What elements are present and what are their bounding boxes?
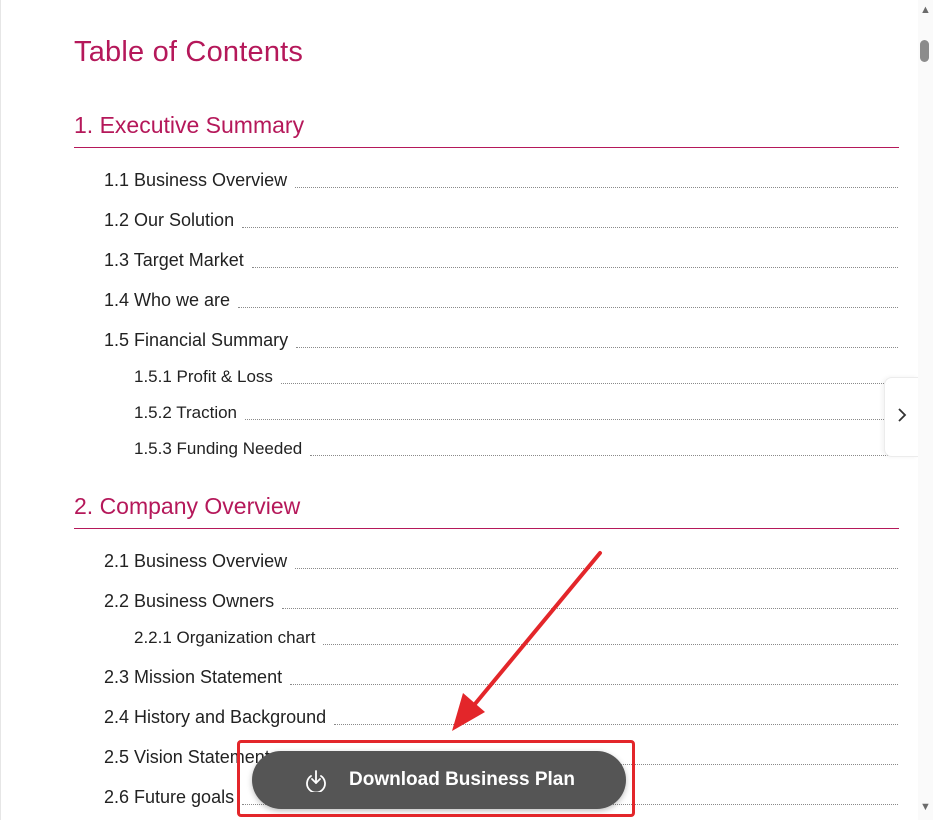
toc-item-label: 1.5 Financial Summary (104, 330, 289, 350)
toc-item-1-3[interactable]: 1.3 Target Market (104, 247, 898, 271)
dot-leader (295, 567, 898, 569)
toc-item-label: 1.3 Target Market (104, 250, 244, 270)
dot-leader (238, 306, 898, 308)
toc-item-label: 1.4 Who we are (104, 290, 231, 310)
toc-item-label: 2.4 History and Background (104, 707, 327, 727)
dot-leader (310, 454, 898, 456)
toc-item-1-2[interactable]: 1.2 Our Solution (104, 207, 898, 231)
toc-item-label: 2.5 Vision Statement (104, 747, 270, 767)
toc-item-1-5-1[interactable]: 1.5.1 Profit & Loss (134, 363, 898, 387)
dot-leader (282, 607, 898, 609)
dot-leader (295, 186, 898, 188)
toc-item-label: 2.2.1 Organization chart (134, 628, 316, 647)
download-icon (303, 768, 329, 792)
toc-item-label: 1.1 Business Overview (104, 170, 288, 190)
toc-item-2-2-1[interactable]: 2.2.1 Organization chart (134, 624, 898, 648)
side-panel-toggle[interactable] (884, 377, 918, 457)
toc-item-label: 1.5.3 Funding Needed (134, 439, 303, 458)
toc-item-label: 1.2 Our Solution (104, 210, 235, 230)
scroll-up-arrow-icon[interactable]: ▲ (919, 3, 932, 17)
toc-item-label: 1.5.1 Profit & Loss (134, 367, 273, 386)
toc-item-label: 2.1 Business Overview (104, 551, 288, 571)
toc-item-label: 2.2 Business Owners (104, 591, 275, 611)
dot-leader (280, 382, 898, 384)
dot-leader (245, 418, 898, 420)
toc-item-label: 2.6 Future goals (104, 787, 235, 807)
toc-item-2-3[interactable]: 2.3 Mission Statement (104, 664, 898, 688)
document-page: Table of Contents 1. Executive Summary 1… (0, 0, 918, 820)
section-heading-executive-summary[interactable]: 1. Executive Summary (74, 112, 899, 148)
dot-leader (251, 266, 898, 268)
chevron-right-icon (897, 407, 907, 427)
dot-leader (334, 723, 898, 725)
dot-leader (242, 226, 898, 228)
toc-item-2-1[interactable]: 2.1 Business Overview (104, 548, 898, 572)
toc-item-2-4[interactable]: 2.4 History and Background (104, 704, 898, 728)
toc-item-1-1[interactable]: 1.1 Business Overview (104, 167, 898, 191)
toc-item-label: 2.3 Mission Statement (104, 667, 283, 687)
download-button-label: Download Business Plan (349, 769, 575, 790)
dot-leader (290, 683, 898, 685)
scroll-thumb[interactable] (920, 40, 929, 62)
toc-item-1-5-2[interactable]: 1.5.2 Traction (134, 399, 898, 423)
scroll-down-arrow-icon[interactable]: ▼ (919, 800, 932, 814)
toc-item-1-4[interactable]: 1.4 Who we are (104, 287, 898, 311)
toc-item-label: 1.5.2 Traction (134, 403, 238, 422)
vertical-scrollbar[interactable]: ▲ ▼ (918, 0, 933, 820)
toc-item-2-2[interactable]: 2.2 Business Owners (104, 588, 898, 612)
section-heading-company-overview[interactable]: 2. Company Overview (74, 493, 899, 529)
toc-title: Table of Contents (74, 36, 304, 68)
toc-item-1-5[interactable]: 1.5 Financial Summary (104, 327, 898, 351)
dot-leader (323, 643, 898, 645)
toc-item-1-5-3[interactable]: 1.5.3 Funding Needed (134, 435, 898, 459)
dot-leader (296, 346, 898, 348)
download-business-plan-button[interactable]: Download Business Plan (252, 751, 626, 809)
